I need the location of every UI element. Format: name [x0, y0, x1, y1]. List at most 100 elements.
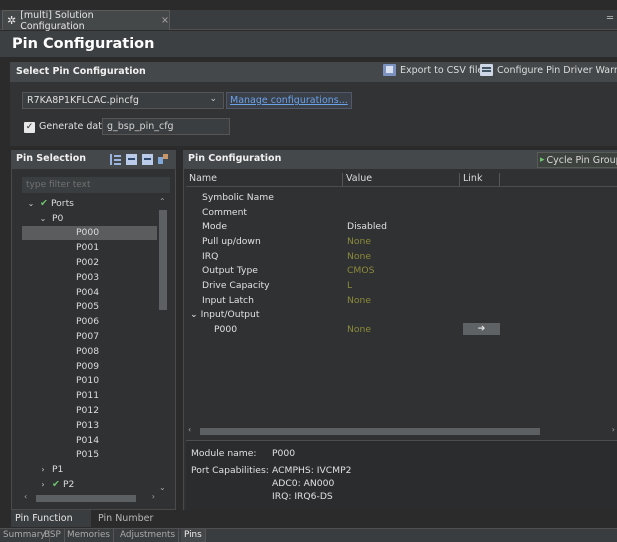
tree-item[interactable]: P009: [22, 359, 157, 374]
list-view-icon[interactable]: [110, 154, 121, 165]
module-name-label: Module name:: [191, 448, 257, 459]
property-value[interactable]: None: [347, 236, 371, 247]
cycle-icon: ▸: [540, 155, 545, 165]
configure-pin-driver-warnings-button[interactable]: Configure Pin Driver Warnings: [480, 64, 617, 76]
property-name: IRQ: [202, 250, 219, 262]
pin-tree: ⌄ ✔ Ports ⌄ P0 P000 P001 P002 P003 P004 P005 P006 P0…: [22, 196, 157, 492]
property-row[interactable]: Pull up/down None: [186, 234, 617, 249]
configure-warnings-label: Configure Pin Driver Warnings: [497, 64, 617, 76]
chevron-down-icon[interactable]: ⌄: [38, 214, 48, 223]
tree-item[interactable]: › P1: [22, 462, 157, 477]
pin-tree-horizontal-scrollbar[interactable]: ‹ ›: [22, 492, 157, 504]
export-csv-button[interactable]: Export to CSV file: [383, 64, 483, 76]
tree-item[interactable]: ⌄ ✔ Ports: [22, 196, 157, 211]
scroll-up-icon[interactable]: ⌃: [159, 197, 166, 206]
column-header-name[interactable]: Name: [186, 173, 343, 187]
tree-item[interactable]: P011: [22, 388, 157, 403]
column-header-link[interactable]: Link: [460, 173, 500, 187]
scrollbar-thumb[interactable]: [36, 495, 136, 502]
collapse-all-icon[interactable]: [142, 154, 153, 165]
tree-item[interactable]: P005: [22, 300, 157, 315]
property-name: ⌄ Input/Output: [190, 309, 259, 320]
scrollbar-thumb[interactable]: [159, 210, 167, 310]
expand-all-icon[interactable]: [126, 154, 137, 165]
tree-item[interactable]: P012: [22, 403, 157, 418]
close-icon[interactable]: ×: [161, 15, 169, 26]
tree-item[interactable]: P002: [22, 255, 157, 270]
properties-table-header: Name Value Link: [186, 173, 617, 187]
property-name: Symbolic Name: [202, 191, 274, 203]
tree-item-label: P0: [52, 212, 64, 224]
property-value[interactable]: Disabled: [347, 221, 387, 232]
property-row[interactable]: Symbolic Name: [186, 190, 617, 205]
tab-pin-number[interactable]: Pin Number: [92, 510, 182, 527]
manage-configurations-link[interactable]: Manage configurations...: [226, 92, 352, 109]
property-row[interactable]: P000 None ➔: [186, 322, 617, 337]
column-header-value[interactable]: Value: [343, 173, 460, 187]
tree-item[interactable]: P004: [22, 285, 157, 300]
tree-item[interactable]: › ✔ P2: [22, 477, 157, 492]
page-tab-bsp[interactable]: BSP: [41, 529, 65, 542]
tree-item-label: P005: [76, 301, 100, 313]
property-row[interactable]: Comment: [186, 205, 617, 220]
property-row[interactable]: Drive Capacity L: [186, 278, 617, 293]
tab-pin-function[interactable]: Pin Function: [11, 510, 91, 527]
page-title: Pin Configuration: [0, 31, 617, 58]
pin-tree-vertical-scrollbar[interactable]: ⌃ ⌄: [157, 196, 169, 492]
page-tab-pins[interactable]: Pins: [181, 529, 206, 542]
property-row[interactable]: Input Latch None: [186, 293, 617, 308]
property-value[interactable]: None: [347, 251, 371, 262]
tree-item[interactable]: P007: [22, 329, 157, 344]
module-name-value: P000: [272, 448, 296, 459]
cycle-pin-group-button[interactable]: ▸ Cycle Pin Group: [537, 152, 617, 168]
tree-item[interactable]: P000: [22, 225, 157, 241]
generate-data-label: Generate data:: [39, 121, 111, 132]
port-capability-line: IRQ: IRQ6-DS: [272, 491, 333, 502]
tree-item[interactable]: P014: [22, 433, 157, 448]
property-row[interactable]: IRQ None: [186, 249, 617, 264]
properties-horizontal-scrollbar[interactable]: ‹ ›: [186, 425, 617, 437]
scroll-left-icon[interactable]: ‹: [188, 425, 191, 434]
property-row[interactable]: ⌄ Input/Output: [186, 308, 617, 323]
editor-tab-strip: ✲ [multi] Solution Configuration × ═: [0, 10, 617, 32]
gear-icon: ✲: [7, 14, 17, 27]
scroll-down-icon[interactable]: ⌄: [159, 483, 166, 492]
tree-item[interactable]: P015: [22, 448, 157, 463]
property-value[interactable]: None: [347, 295, 371, 306]
page-tab-adjustments[interactable]: Adjustments: [117, 529, 180, 542]
chevron-right-icon[interactable]: ›: [38, 465, 48, 474]
chevron-down-icon[interactable]: ⌄: [26, 199, 36, 208]
minimize-icon[interactable]: ═: [607, 13, 613, 24]
tree-item[interactable]: P006: [22, 314, 157, 329]
pin-filter-input[interactable]: [22, 177, 170, 193]
arrow-right-icon[interactable]: ➔: [463, 323, 500, 336]
property-row[interactable]: Mode Disabled: [186, 219, 617, 234]
port-capabilities-label: Port Capabilities:: [191, 465, 269, 476]
scroll-right-icon[interactable]: ›: [152, 492, 155, 501]
tree-item[interactable]: P003: [22, 270, 157, 285]
chevron-down-icon[interactable]: ⌄: [190, 309, 201, 320]
tree-item[interactable]: ⌄ P0: [22, 211, 157, 226]
tree-item[interactable]: P010: [22, 374, 157, 389]
page-tab-memories[interactable]: Memories: [64, 529, 115, 542]
editor-tab-solution-configuration[interactable]: ✲ [multi] Solution Configuration ×: [2, 10, 170, 32]
chevron-right-icon[interactable]: ›: [38, 480, 48, 489]
generate-data-field[interactable]: g_bsp_pin_cfg: [102, 118, 230, 135]
property-value[interactable]: L: [347, 280, 352, 291]
scroll-left-icon[interactable]: ‹: [24, 492, 27, 501]
tree-item[interactable]: P008: [22, 344, 157, 359]
scrollbar-thumb[interactable]: [200, 428, 540, 435]
tree-item-label: P000: [76, 227, 100, 239]
property-value[interactable]: None: [347, 324, 371, 335]
cycle-pin-group-label: Cycle Pin Group: [546, 154, 617, 166]
generate-data-checkbox[interactable]: ✓: [24, 122, 35, 133]
pin-config-file-dropdown[interactable]: R7KA8P1KFLCAC.pincfg ⌄: [22, 92, 224, 109]
filter-view-icon[interactable]: [158, 154, 169, 165]
property-value[interactable]: CMOS: [347, 265, 374, 276]
tree-item-label: P013: [76, 419, 100, 431]
tree-item[interactable]: P013: [22, 418, 157, 433]
scroll-right-icon[interactable]: ›: [612, 425, 615, 434]
tree-item[interactable]: P001: [22, 240, 157, 255]
pin-configuration-title: Pin Configuration: [188, 153, 282, 164]
property-row[interactable]: Output Type CMOS: [186, 264, 617, 279]
